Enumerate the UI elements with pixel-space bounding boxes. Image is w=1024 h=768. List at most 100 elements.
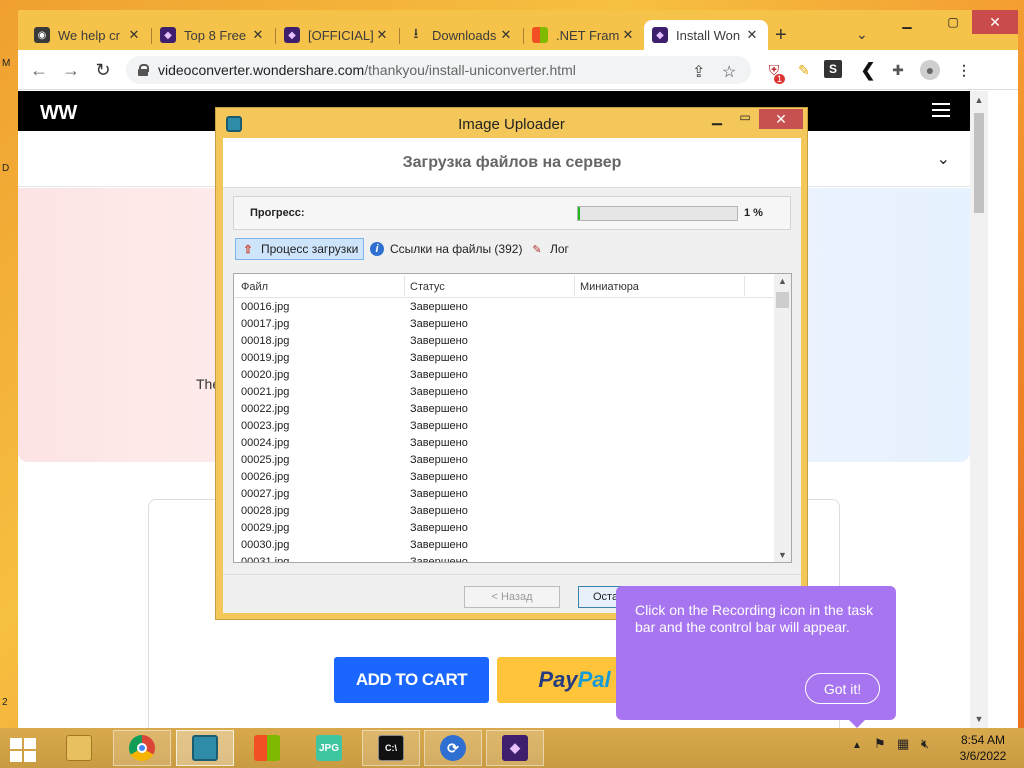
browser-tab[interactable]: ◆ [OFFICIAL] ✕ — [276, 20, 398, 50]
taskbar-uniconverter[interactable]: ◆ — [486, 730, 544, 766]
close-tab-icon[interactable]: ✕ — [126, 27, 142, 43]
table-row[interactable]: 00026.jpg Завершено — [234, 469, 774, 486]
table-row[interactable]: 00018.jpg Завершено — [234, 333, 774, 350]
taskbar-sync-tool[interactable]: ⟳ — [424, 730, 482, 766]
close-dialog-icon[interactable]: ✕ — [759, 109, 803, 129]
profile-avatar-icon[interactable]: ● — [920, 60, 940, 80]
dialog-titlebar[interactable]: Image Uploader ▁ ▭ ✕ — [216, 108, 807, 138]
clock-date: 3/6/2022 — [959, 749, 1007, 763]
scroll-down-icon[interactable]: ▼ — [774, 550, 791, 560]
progress-percent: 1 % — [744, 207, 763, 219]
new-tab-icon[interactable]: + — [775, 24, 787, 47]
close-window-icon[interactable]: ✕ — [972, 10, 1018, 34]
back-arrow-icon[interactable]: ← — [28, 60, 50, 82]
chevron-down-icon[interactable]: ⌄ — [937, 149, 950, 169]
status-cell: Завершено — [410, 471, 468, 483]
table-row[interactable]: 00025.jpg Завершено — [234, 452, 774, 469]
tab-file-links[interactable]: i Ссылки на файлы (392) — [365, 238, 527, 260]
table-row[interactable]: 00016.jpg Завершено — [234, 299, 774, 316]
desktop-icon-label[interactable]: D — [2, 163, 9, 174]
file-name-cell: 00031.jpg — [241, 556, 290, 563]
scrollbar-thumb[interactable] — [776, 292, 789, 308]
reload-icon[interactable]: ↻ — [92, 60, 114, 82]
s-extension-icon[interactable]: S — [824, 60, 842, 78]
scrollbar-thumb[interactable] — [974, 113, 984, 213]
scroll-up-icon[interactable]: ▲ — [970, 95, 988, 105]
table-row[interactable]: 00022.jpg Завершено — [234, 401, 774, 418]
system-clock[interactable]: 8:54 AM 3/6/2022 — [948, 732, 1018, 764]
taskbar-jpg-tool[interactable]: JPG — [300, 730, 358, 766]
address-bar[interactable]: videoconverter.wondershare.com/thankyou/… — [126, 56, 751, 84]
close-tab-icon[interactable]: ✕ — [620, 27, 636, 43]
file-name-cell: 00029.jpg — [241, 522, 290, 534]
taskbar-image-uploader[interactable] — [176, 730, 234, 766]
browser-tab[interactable]: ◉ We help cr ✕ — [26, 20, 150, 50]
puzzle-extensions-icon[interactable]: ✚ — [888, 60, 908, 80]
browser-tab-active[interactable]: ◆ Install Won ✕ — [644, 20, 768, 50]
scroll-down-icon[interactable]: ▼ — [970, 714, 988, 724]
table-row[interactable]: 00023.jpg Завершено — [234, 418, 774, 435]
close-tab-icon[interactable]: ✕ — [498, 27, 514, 43]
browser-tab[interactable]: ◆ Top 8 Free ✕ — [152, 20, 274, 50]
browser-tab[interactable]: ⭳ Downloads ✕ — [400, 20, 522, 50]
close-tab-icon[interactable]: ✕ — [374, 27, 390, 43]
column-header-thumbnail[interactable]: Миниатюра — [580, 281, 639, 293]
pencil-extension-icon[interactable]: ✎ — [794, 60, 814, 80]
table-row[interactable]: 00028.jpg Завершено — [234, 503, 774, 520]
uniconverter-icon: ◆ — [284, 27, 300, 43]
page-scrollbar[interactable]: ▲ ▼ — [970, 91, 988, 728]
tab-log[interactable]: ✎ Лог — [525, 238, 574, 260]
windows-start-icon[interactable] — [8, 736, 38, 762]
close-tab-icon[interactable]: ✕ — [250, 27, 266, 43]
table-row[interactable]: 00029.jpg Завершено — [234, 520, 774, 537]
add-to-cart-button[interactable]: ADD TO CART — [334, 657, 489, 703]
table-row[interactable]: 00027.jpg Завершено — [234, 486, 774, 503]
share-icon[interactable]: ⇪ — [692, 62, 705, 82]
kebab-menu-icon[interactable]: ⋮ — [954, 60, 974, 80]
table-row[interactable]: 00024.jpg Завершено — [234, 435, 774, 452]
column-header-status[interactable]: Статус — [410, 281, 445, 293]
table-row[interactable]: 00019.jpg Завершено — [234, 350, 774, 367]
forward-arrow-icon[interactable]: → — [60, 60, 82, 82]
close-tab-icon[interactable]: ✕ — [744, 27, 760, 43]
browser-tab[interactable]: .NET Fram ✕ — [524, 20, 644, 50]
taskbar-file-explorer[interactable] — [50, 730, 108, 766]
taskbar-command-prompt[interactable]: C:\ — [362, 730, 420, 766]
chevron-down-icon[interactable]: ⌄ — [856, 26, 868, 43]
table-row[interactable]: 00030.jpg Завершено — [234, 537, 774, 554]
globe-icon: ◉ — [34, 27, 50, 43]
list-scrollbar[interactable]: ▲ ▼ — [774, 274, 791, 562]
maximize-icon[interactable]: ▭ — [731, 110, 759, 130]
volume-muted-icon[interactable]: 🔇︎ — [921, 736, 929, 752]
taskbar-office[interactable] — [238, 730, 296, 766]
table-row[interactable]: 00021.jpg Завершено — [234, 384, 774, 401]
chevron-left-extension-icon[interactable]: ❮ — [858, 60, 878, 80]
table-row[interactable]: 00031.jpg Завершено — [234, 554, 774, 563]
action-center-flag-icon[interactable]: ⚑ — [874, 736, 886, 752]
column-header-file[interactable]: Файл — [241, 281, 268, 293]
bookmark-star-icon[interactable]: ☆ — [722, 62, 736, 82]
tab-upload-process[interactable]: ⇧ Процесс загрузки — [235, 238, 365, 260]
desktop-icon-label[interactable]: 2 — [2, 697, 8, 708]
scroll-up-icon[interactable]: ▲ — [774, 276, 791, 286]
tray-chevron-up-icon[interactable]: ▲ — [852, 740, 862, 751]
upload-file-list[interactable]: Файл Статус Миниатюра 00016.jpg Завершено… — [233, 273, 792, 563]
got-it-button[interactable]: Got it! — [805, 673, 880, 704]
minimize-icon[interactable]: ▁ — [884, 10, 930, 34]
minimize-icon[interactable]: ▁ — [703, 110, 731, 130]
hamburger-menu-icon[interactable] — [932, 103, 950, 117]
table-row[interactable]: 00017.jpg Завершено — [234, 316, 774, 333]
list-header: Файл Статус Миниатюра — [234, 274, 774, 298]
status-cell: Завершено — [410, 437, 468, 449]
back-button[interactable]: < Назад — [464, 586, 560, 608]
network-icon[interactable]: ▦ — [897, 736, 909, 752]
wondershare-logo[interactable]: W W — [40, 102, 77, 125]
status-cell: Завершено — [410, 369, 468, 381]
dialog-header: Загрузка файлов на сервер — [223, 138, 801, 188]
table-row[interactable]: 00020.jpg Завершено — [234, 367, 774, 384]
taskbar-chrome[interactable] — [113, 730, 171, 766]
tooltip-arrow — [848, 719, 866, 728]
maximize-icon[interactable]: ▢ — [930, 10, 976, 34]
file-name-cell: 00026.jpg — [241, 471, 290, 483]
desktop-icon-label[interactable]: M — [2, 58, 10, 69]
